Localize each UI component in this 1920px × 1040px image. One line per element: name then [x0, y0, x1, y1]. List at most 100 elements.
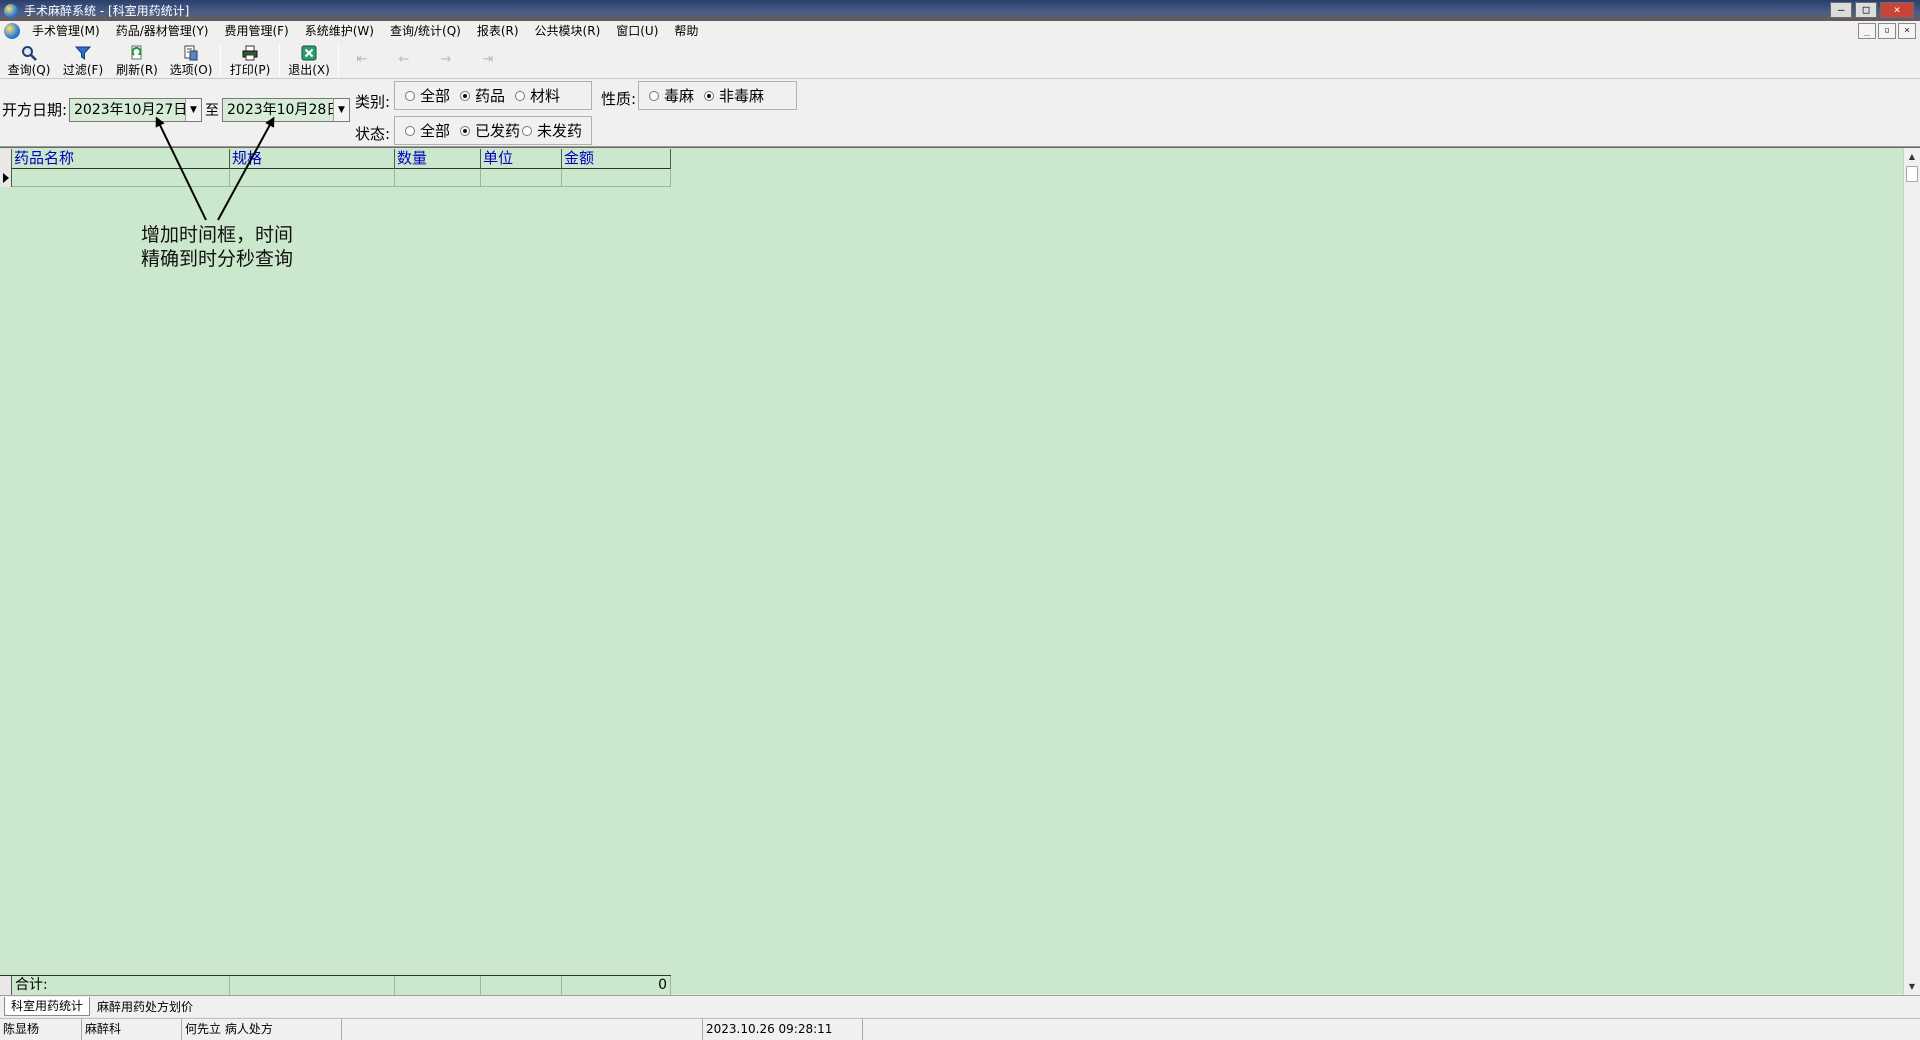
- printer-icon: [241, 45, 259, 61]
- date-label: 开方日期:: [2, 101, 68, 119]
- toolbar-separator: [279, 44, 280, 76]
- category-radio-all[interactable]: 全部: [405, 85, 450, 106]
- nav-first-button[interactable]: ⇤: [341, 41, 383, 77]
- cell-unit[interactable]: [481, 169, 562, 187]
- mdi-close-button[interactable]: ×: [1898, 23, 1916, 39]
- refresh-button-label: 刷新(R): [116, 63, 158, 77]
- maximize-button[interactable]: □: [1855, 2, 1877, 18]
- menu-help[interactable]: 帮助: [666, 21, 706, 41]
- column-header-quantity[interactable]: 数量: [395, 149, 481, 169]
- radio-indicator: [649, 90, 659, 101]
- cell-amount[interactable]: [562, 169, 671, 187]
- nav-prev-button[interactable]: ←: [383, 41, 425, 77]
- category-radio-group: 全部 药品 材料: [394, 81, 592, 110]
- date-from-dropdown-icon[interactable]: ▼: [185, 99, 201, 121]
- grid-header: 药品名称 规格 数量 单位 金额: [0, 149, 671, 169]
- date-from-picker[interactable]: 2023年10月27日 ▼: [69, 98, 202, 122]
- cell-quantity[interactable]: [395, 169, 481, 187]
- mdi-minimize-button[interactable]: _: [1858, 23, 1876, 39]
- radio-indicator: [704, 90, 715, 101]
- menu-fees[interactable]: 费用管理(F): [216, 21, 296, 41]
- vertical-scrollbar[interactable]: ▲ ▼: [1903, 148, 1920, 995]
- status-radio-all[interactable]: 全部: [405, 120, 450, 141]
- minimize-button[interactable]: –: [1830, 2, 1852, 18]
- nav-next-button[interactable]: →: [425, 41, 467, 77]
- category-option-label: 材料: [530, 87, 561, 105]
- window-title: 手术麻醉系统 - [科室用药统计]: [24, 4, 190, 18]
- status-user: 陈显杨: [0, 1019, 82, 1040]
- nature-radio-non-narcotic[interactable]: 非毒麻: [704, 85, 764, 106]
- column-header-amount[interactable]: 金额: [562, 149, 671, 169]
- category-option-label: 药品: [475, 87, 506, 105]
- options-button-label: 选项(O): [169, 63, 213, 77]
- cell-spec[interactable]: [230, 169, 395, 187]
- status-datetime: 2023.10.26 09:28:11: [703, 1019, 863, 1040]
- refresh-button[interactable]: 刷新(R): [110, 41, 164, 77]
- status-dept: 麻醉科: [82, 1019, 182, 1040]
- date-to-dropdown-icon[interactable]: ▼: [333, 99, 349, 121]
- status-patient: 何先立 病人处方: [182, 1019, 342, 1040]
- title-bar: 手术麻醉系统 - [科室用药统计] – □ ×: [0, 0, 1920, 21]
- app-logo-icon: [4, 3, 18, 18]
- window-controls: – □ ×: [1830, 2, 1914, 18]
- exit-button[interactable]: 退出(X): [282, 41, 336, 77]
- nature-option-label: 非毒麻: [719, 87, 765, 105]
- column-header-unit[interactable]: 单位: [481, 149, 562, 169]
- nature-radio-group: 毒麻 非毒麻: [638, 81, 797, 110]
- mdi-controls: _ ▫ ×: [1858, 23, 1916, 39]
- print-button[interactable]: 打印(P): [223, 41, 277, 77]
- column-header-spec[interactable]: 规格: [230, 149, 395, 169]
- radio-indicator: [522, 125, 533, 136]
- annotation-line-2: 精确到时分秒查询: [141, 248, 294, 270]
- grid-corner: [0, 149, 12, 169]
- tab-dept-drug-stats[interactable]: 科室用药统计: [4, 997, 91, 1016]
- filter-button[interactable]: 过滤(F): [56, 41, 110, 77]
- menu-drugs[interactable]: 药品/器材管理(Y): [108, 21, 217, 41]
- mdi-restore-button[interactable]: ▫: [1878, 23, 1896, 39]
- nature-label: 性质:: [601, 90, 637, 108]
- funnel-icon: [74, 45, 92, 61]
- table-row[interactable]: [0, 169, 671, 187]
- status-option-label: 未发药: [537, 122, 583, 140]
- status-radio-undispensed[interactable]: 未发药: [522, 120, 582, 141]
- menu-surgery[interactable]: 手术管理(M): [24, 21, 108, 41]
- status-option-label: 全部: [420, 122, 451, 140]
- nav-last-button[interactable]: ⇥: [467, 41, 509, 77]
- category-label: 类别:: [355, 93, 391, 111]
- date-to-picker[interactable]: 2023年10月28日 ▼: [222, 98, 350, 122]
- filter-panel: 开方日期: 2023年10月27日 ▼ 至 2023年10月28日 ▼ 类别: …: [0, 79, 1920, 147]
- menu-reports[interactable]: 报表(R): [469, 21, 527, 41]
- column-header-drug-name[interactable]: 药品名称: [12, 149, 230, 169]
- window-tabs: 科室用药统计 麻醉用药处方划价: [0, 995, 1920, 1017]
- menu-public[interactable]: 公共模块(R): [527, 21, 609, 41]
- status-option-label: 已发药: [475, 122, 521, 140]
- status-radio-dispensed[interactable]: 已发药: [460, 120, 520, 141]
- status-label: 状态:: [355, 125, 391, 143]
- radio-indicator: [515, 90, 526, 101]
- category-radio-material[interactable]: 材料: [515, 85, 560, 106]
- toolbar: 查询(Q) 过滤(F) 刷新(R) 选项(O) 打印(P) 退出(X) ⇤ ← …: [0, 41, 1920, 79]
- menu-logo-icon[interactable]: [4, 23, 20, 39]
- menu-window[interactable]: 窗口(U): [608, 21, 666, 41]
- radio-indicator: [460, 90, 471, 101]
- footer-quantity: [395, 976, 481, 995]
- scroll-down-icon[interactable]: ▼: [1904, 978, 1920, 995]
- category-radio-drug[interactable]: 药品: [460, 85, 505, 106]
- date-to-value: 2023年10月28日: [227, 102, 341, 118]
- footer-unit: [481, 976, 562, 995]
- footer-corner: [0, 976, 12, 995]
- refresh-icon: [128, 45, 146, 61]
- nature-radio-narcotic[interactable]: 毒麻: [649, 85, 694, 106]
- close-button[interactable]: ×: [1880, 2, 1914, 18]
- scroll-thumb[interactable]: [1906, 166, 1918, 182]
- query-button[interactable]: 查询(Q): [2, 41, 56, 77]
- scroll-up-icon[interactable]: ▲: [1904, 148, 1920, 165]
- tab-anesthesia-pricing[interactable]: 麻醉用药处方划价: [90, 997, 200, 1016]
- footer-total-label: 合计:: [12, 976, 230, 995]
- options-button[interactable]: 选项(O): [164, 41, 218, 77]
- date-to-label: 至: [205, 103, 219, 119]
- drug-stats-grid: 药品名称 规格 数量 单位 金额 合计: 0 ▲ ▼: [0, 147, 1920, 995]
- menu-maintenance[interactable]: 系统维护(W): [297, 21, 382, 41]
- menu-query[interactable]: 查询/统计(Q): [382, 21, 469, 41]
- cell-drug-name[interactable]: [12, 169, 230, 187]
